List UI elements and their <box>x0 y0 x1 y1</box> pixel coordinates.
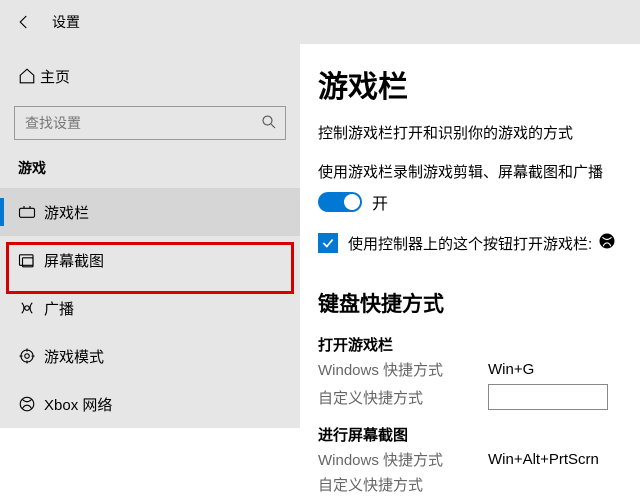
xbox-icon <box>18 395 44 413</box>
arrow-left-icon <box>15 13 33 31</box>
toggle-state-label: 开 <box>372 190 388 214</box>
shortcut-custom-label: 自定义快捷方式 <box>318 387 488 408</box>
controller-checkbox[interactable] <box>318 233 338 253</box>
sidebar-item-label: 游戏栏 <box>44 202 89 223</box>
gamebar-icon <box>18 204 44 220</box>
sidebar-item-label: Xbox 网络 <box>44 394 112 415</box>
shortcut-group-title: 打开游戏栏 <box>318 334 626 355</box>
search-wrap <box>14 106 286 140</box>
gamemode-icon <box>18 347 44 365</box>
xbox-button-icon <box>598 232 616 254</box>
sidebar-item-label: 广播 <box>44 298 74 319</box>
checkbox-label: 使用控制器上的这个按钮打开游戏栏: <box>348 233 592 254</box>
sidebar-nav: 游戏栏 屏幕截图 广播 <box>0 188 300 428</box>
broadcasting-icon <box>18 299 44 317</box>
sidebar-section-label: 游戏 <box>0 154 300 188</box>
sidebar-item-captures[interactable]: 屏幕截图 <box>0 236 300 284</box>
shortcut-group-title: 进行屏幕截图 <box>318 424 626 445</box>
page-heading: 游戏栏 <box>318 62 626 106</box>
shortcut-win-label: Windows 快捷方式 <box>318 449 488 470</box>
sidebar-home[interactable]: 主页 <box>0 56 300 96</box>
search-input[interactable] <box>14 106 286 140</box>
sidebar-item-label: 屏幕截图 <box>44 250 104 271</box>
sidebar: 主页 游戏 游戏栏 <box>0 44 300 428</box>
page-description: 控制游戏栏打开和识别你的游戏的方式 <box>318 122 626 143</box>
gamebar-toggle[interactable] <box>318 192 362 212</box>
sidebar-item-gamebar[interactable]: 游戏栏 <box>0 188 300 236</box>
shortcut-custom-label: 自定义快捷方式 <box>318 474 488 495</box>
shortcut-win-label: Windows 快捷方式 <box>318 359 488 380</box>
shortcut-win-value: Win+G <box>488 361 534 378</box>
back-button[interactable] <box>4 2 44 42</box>
captures-icon <box>18 252 44 268</box>
sidebar-item-broadcasting[interactable]: 广播 <box>0 284 300 332</box>
shortcut-win-value: Win+Alt+PrtScrn <box>488 451 599 468</box>
window-title: 设置 <box>52 12 80 32</box>
sidebar-home-label: 主页 <box>40 66 70 87</box>
search-icon <box>260 113 278 136</box>
check-icon <box>321 236 335 250</box>
content-pane: 游戏栏 控制游戏栏打开和识别你的游戏的方式 使用游戏栏录制游戏剪辑、屏幕截图和广… <box>300 44 640 504</box>
toggle-description: 使用游戏栏录制游戏剪辑、屏幕截图和广播 <box>318 161 626 182</box>
sidebar-item-label: 游戏模式 <box>44 346 104 367</box>
sidebar-item-gamemode[interactable]: 游戏模式 <box>0 332 300 380</box>
shortcuts-heading: 键盘快捷方式 <box>318 288 626 318</box>
home-icon <box>18 67 40 85</box>
sidebar-item-xbox[interactable]: Xbox 网络 <box>0 380 300 428</box>
titlebar: 设置 <box>0 0 640 44</box>
shortcut-custom-input[interactable] <box>488 384 608 410</box>
